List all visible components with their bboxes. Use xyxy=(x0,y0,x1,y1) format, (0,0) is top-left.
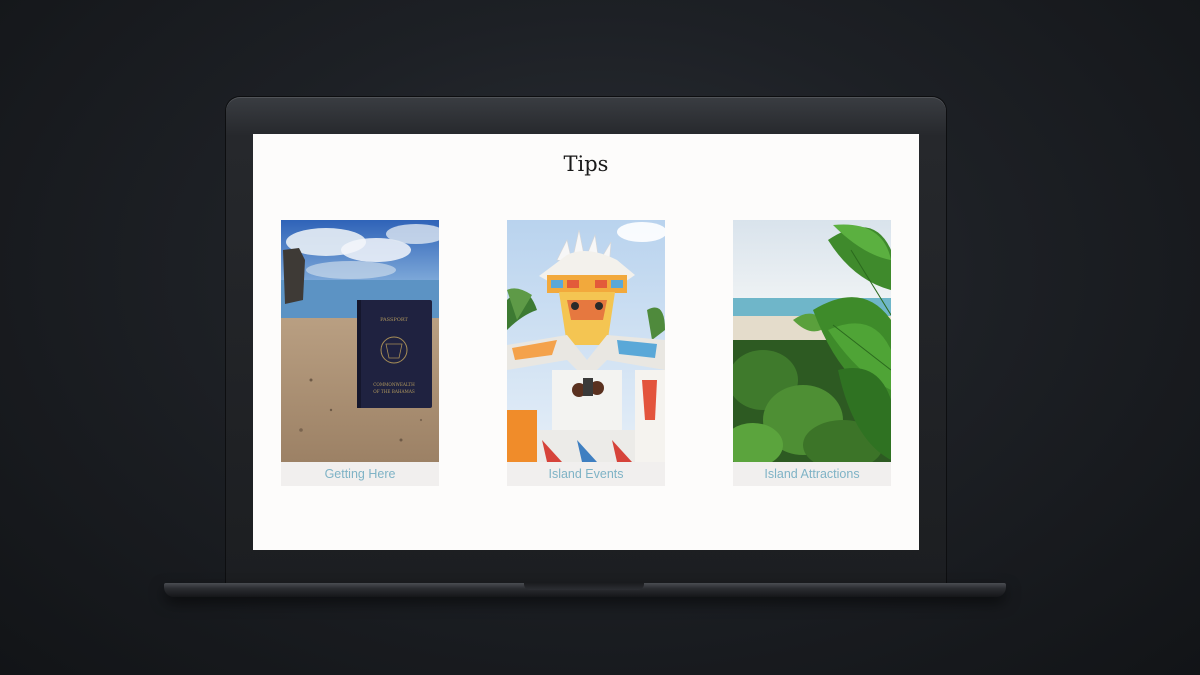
laptop-screen: Tips PASSPORT COMMONWEALTH OF THE BAHAMA… xyxy=(253,134,919,550)
passport-country-line-1: COMMONWEALTH xyxy=(373,382,415,387)
island-events-image[interactable] xyxy=(507,220,665,462)
getting-here-label[interactable]: Getting Here xyxy=(281,462,439,486)
laptop-lid: Tips PASSPORT COMMONWEALTH OF THE BAHAMA… xyxy=(226,97,946,585)
page-title: Tips xyxy=(563,152,609,176)
tip-card-getting-here[interactable]: PASSPORT COMMONWEALTH OF THE BAHAMAS Get… xyxy=(281,220,439,486)
passport-heading: PASSPORT xyxy=(380,317,408,323)
island-attractions-image[interactable] xyxy=(733,220,891,462)
tip-card-island-attractions[interactable]: Island Attractions xyxy=(733,220,891,486)
island-attractions-label[interactable]: Island Attractions xyxy=(733,462,891,486)
passport-country-line-2: OF THE BAHAMAS xyxy=(373,389,415,394)
getting-here-image[interactable]: PASSPORT COMMONWEALTH OF THE BAHAMAS xyxy=(281,220,439,462)
laptop-hinge-notch xyxy=(524,583,644,590)
tip-card-island-events[interactable]: Island Events xyxy=(507,220,665,486)
island-events-label[interactable]: Island Events xyxy=(507,462,665,486)
laptop-base xyxy=(164,583,1006,597)
